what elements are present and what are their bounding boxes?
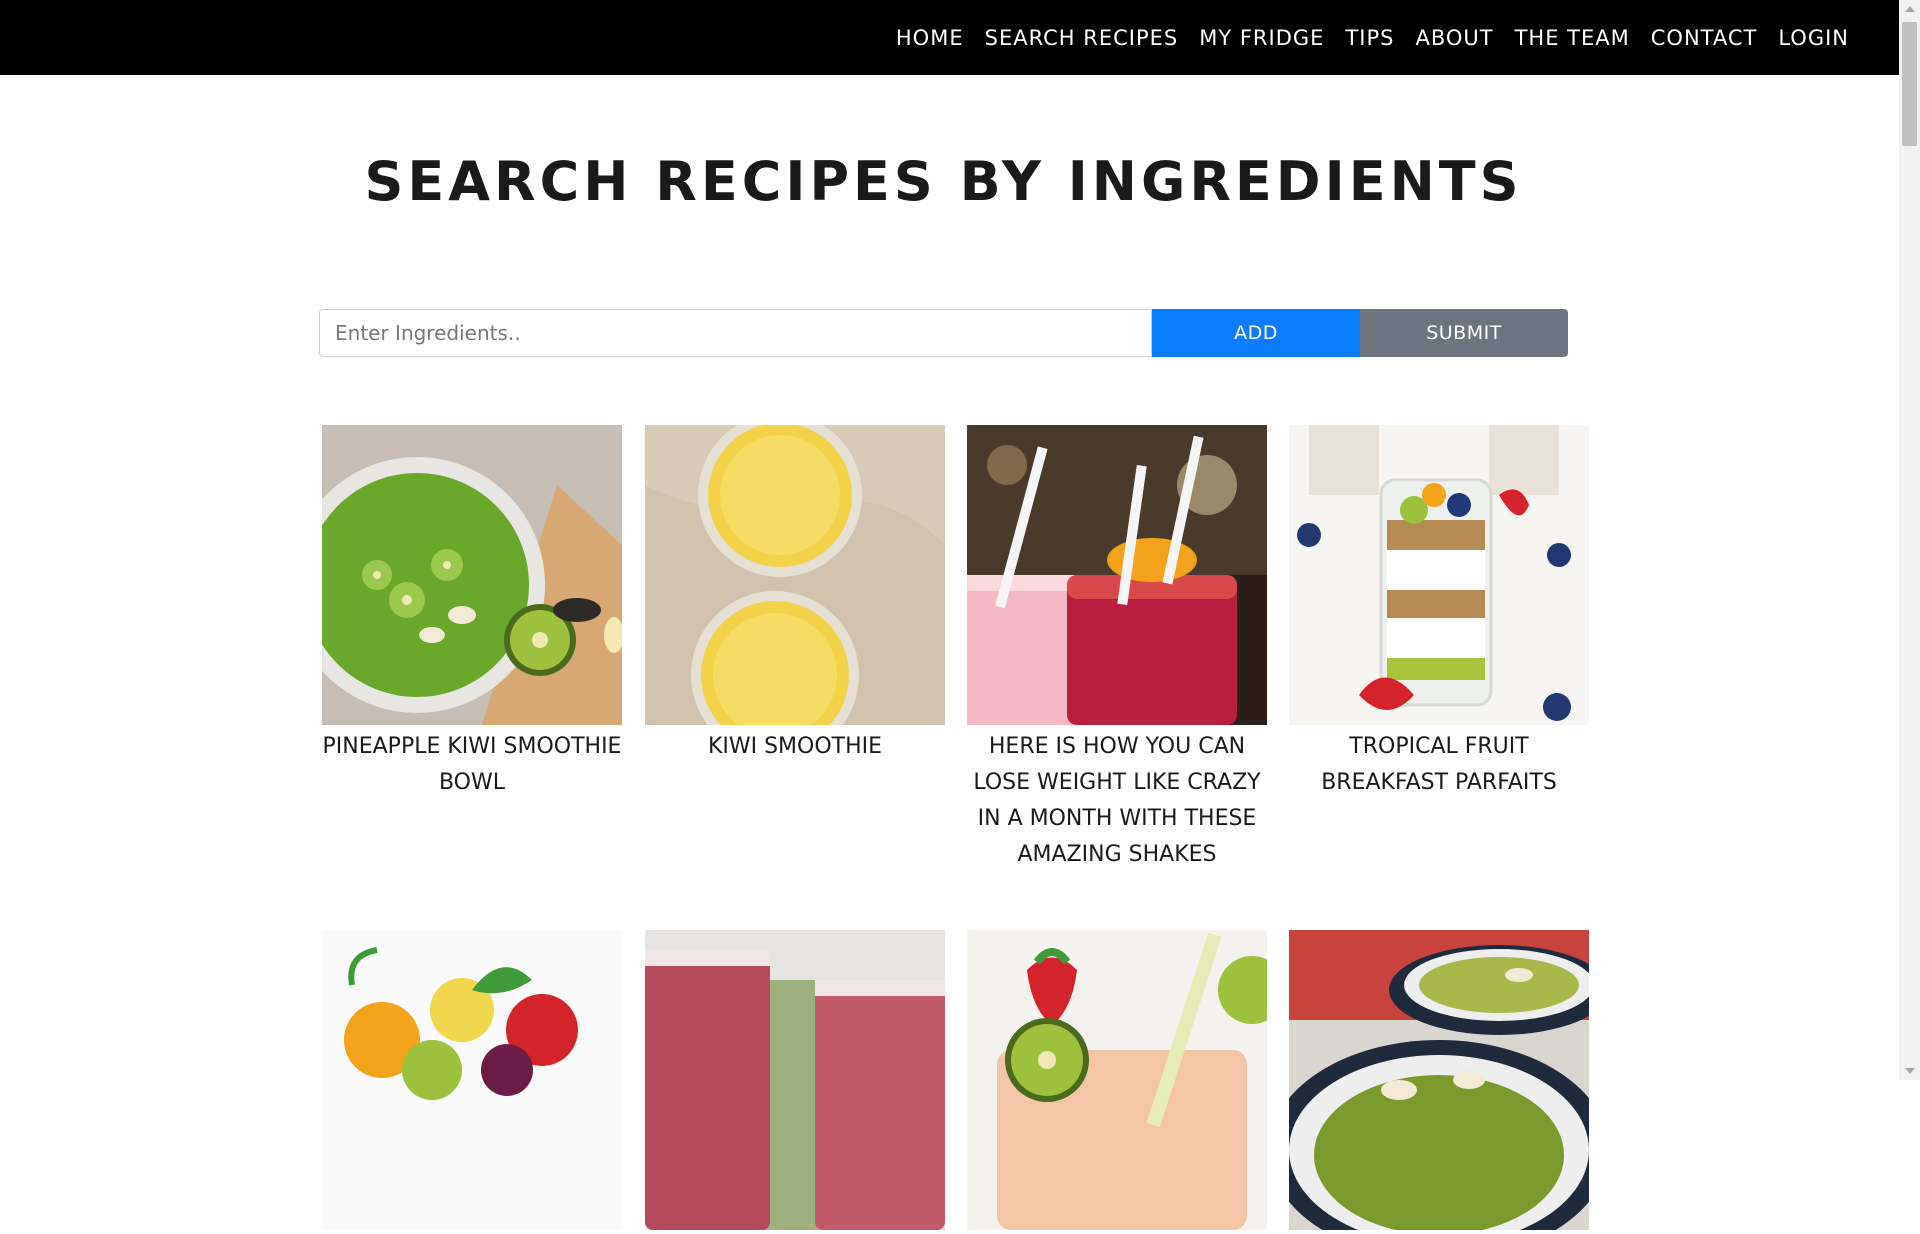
nav-contact-link[interactable]: CONTACT — [1651, 26, 1758, 50]
submit-search-button[interactable]: SUBMIT — [1360, 309, 1568, 357]
recipe-card[interactable]: HERE IS HOW YOU CAN LOSE WEIGHT LIKE CRA… — [967, 425, 1267, 873]
nav-about-link[interactable]: ABOUT — [1415, 26, 1493, 50]
recipe-card[interactable] — [322, 930, 622, 1234]
recipe-title[interactable]: TROPICAL FRUIT BREAKFAST PARFAITS — [1285, 729, 1593, 801]
nav-my-fridge-link[interactable]: MY FRIDGE — [1199, 26, 1324, 50]
add-ingredient-button[interactable]: ADD — [1152, 309, 1360, 357]
scroll-up-arrow-icon[interactable] — [1905, 6, 1915, 12]
page-title: SEARCH RECIPES BY INGREDIENTS — [364, 150, 1523, 213]
ingredient-search-bar: ADD SUBMIT — [319, 309, 1568, 357]
main-nav: HOME SEARCH RECIPES MY FRIDGE TIPS ABOUT… — [875, 0, 1849, 75]
recipe-card[interactable] — [645, 930, 945, 1234]
nav-the-team-link[interactable]: THE TEAM — [1515, 26, 1630, 50]
recipe-card[interactable]: TROPICAL FRUIT BREAKFAST PARFAITS — [1289, 425, 1589, 801]
recipe-title[interactable]: HERE IS HOW YOU CAN LOSE WEIGHT LIKE CRA… — [963, 729, 1271, 873]
recipe-card[interactable] — [1289, 930, 1589, 1234]
recipe-image-fruit-parfaits[interactable] — [1289, 425, 1589, 725]
scrollbar-thumb[interactable] — [1902, 22, 1917, 146]
recipe-card[interactable]: KIWI SMOOTHIE — [645, 425, 945, 765]
recipe-image-berry-smoothies[interactable] — [645, 930, 945, 1230]
recipe-title[interactable]: PINEAPPLE KIWI SMOOTHIE BOWL — [318, 729, 626, 801]
vertical-scrollbar[interactable] — [1899, 0, 1920, 1080]
top-navbar: HOME SEARCH RECIPES MY FRIDGE TIPS ABOUT… — [0, 0, 1899, 75]
recipe-image-kiwi-smoothie[interactable] — [645, 425, 945, 725]
recipe-image-fruit-salad[interactable] — [322, 930, 622, 1230]
nav-home-link[interactable]: HOME — [896, 26, 964, 50]
recipe-card[interactable]: PINEAPPLE KIWI SMOOTHIE BOWL — [322, 425, 622, 801]
recipe-image-smoothie-bowl[interactable] — [322, 425, 622, 725]
ingredients-input[interactable] — [319, 309, 1152, 357]
nav-tips-link[interactable]: TIPS — [1345, 26, 1394, 50]
nav-login-link[interactable]: LOGIN — [1778, 26, 1849, 50]
recipe-image-strawberry-kiwi-drink[interactable] — [967, 930, 1267, 1230]
recipe-card[interactable] — [967, 930, 1267, 1234]
nav-search-recipes-link[interactable]: SEARCH RECIPES — [985, 26, 1179, 50]
recipe-image-green-bowls[interactable] — [1289, 930, 1589, 1230]
recipe-image-weight-loss-shakes[interactable] — [967, 425, 1267, 725]
recipe-title[interactable]: KIWI SMOOTHIE — [641, 729, 949, 765]
scroll-down-arrow-icon[interactable] — [1905, 1068, 1915, 1074]
